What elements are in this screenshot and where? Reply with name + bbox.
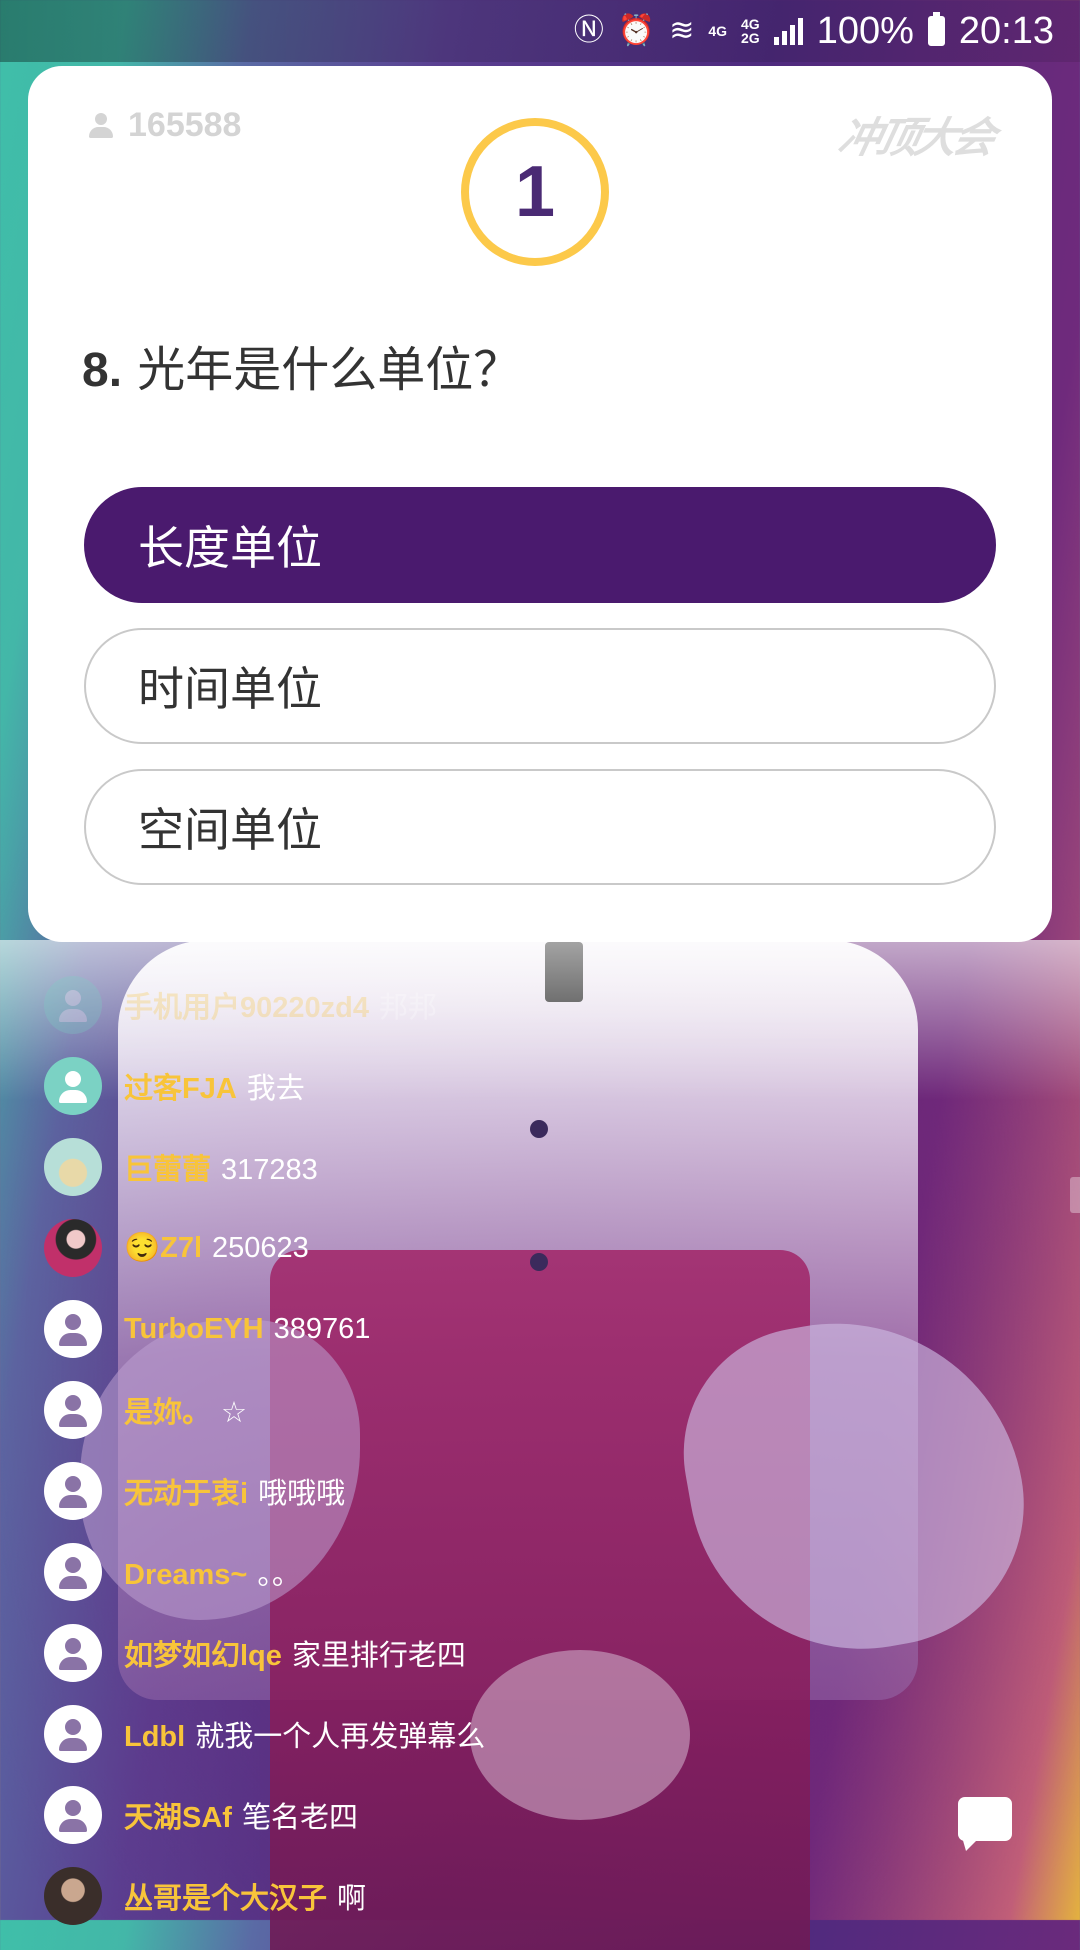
blouse-button — [530, 1120, 548, 1138]
host-sleeve-right — [663, 1293, 1047, 1677]
answer-option-label: 时间单位 — [138, 662, 322, 716]
chat-message-text: 笔名老四 — [241, 1802, 358, 1834]
chat-username: 丛哥是个大汉子 — [124, 1883, 328, 1915]
chat-message-text: 啊 — [337, 1883, 367, 1915]
chat-message: 是妳。 ☆ — [44, 1381, 247, 1439]
host-hands — [470, 1650, 690, 1820]
question-card: 165588 冲顶大会 1 8. 光年是什么单位？ 长度单位 时间单位 空间单位 — [28, 66, 1052, 942]
chat-message: 过客FJA 我去 — [44, 1057, 305, 1115]
chat-username: 是妳。 — [124, 1397, 212, 1429]
question: 8. 光年是什么单位？ — [82, 330, 521, 400]
chat-username: 天湖SAf — [124, 1802, 232, 1834]
avatar — [44, 1543, 102, 1601]
side-drawer-handle[interactable] — [1070, 1177, 1080, 1213]
battery-icon — [927, 12, 945, 46]
status-bar: Ⓝ ⏰ ≋ 4G 4G 2G 100% 20:13 — [0, 0, 1080, 62]
blouse-button — [530, 1253, 548, 1271]
avatar — [44, 1867, 102, 1925]
lapel-mic — [545, 942, 583, 1002]
signal-icon — [773, 17, 803, 45]
chat-message: Dreams~ 。。 — [44, 1543, 301, 1601]
chat-message: 手机用户90220zd4 邦邦 — [44, 976, 437, 1034]
answer-option-2[interactable]: 时间单位 — [84, 628, 996, 744]
chat-message-text: 。。 — [257, 1559, 301, 1591]
avatar — [44, 1300, 102, 1358]
network-type-a: 4G — [708, 23, 728, 39]
user-icon — [88, 112, 114, 139]
chat-username: TurboEYH — [124, 1312, 264, 1345]
chat-message: 如梦如幻lqe 家里排行老四 — [44, 1624, 466, 1682]
avatar — [44, 1705, 102, 1763]
avatar — [44, 1786, 102, 1844]
chat-username: 手机用户90220zd4 — [124, 992, 369, 1024]
chat-username: 过客FJA — [124, 1073, 237, 1105]
chat-username: 无动于衷i — [124, 1478, 249, 1510]
answer-option-3[interactable]: 空间单位 — [84, 769, 996, 885]
chat-message: 天湖SAf 笔名老四 — [44, 1786, 358, 1844]
chat-username: 如梦如幻lqe — [124, 1640, 282, 1672]
countdown-timer: 1 — [461, 118, 609, 266]
avatar — [44, 1462, 102, 1520]
chat-message: 😌Z7l 250623 — [44, 1219, 309, 1277]
alarm-icon: ⏰ — [617, 14, 656, 47]
chat-message-text: ☆ — [221, 1397, 248, 1429]
chat-message-text: 250623 — [212, 1232, 309, 1264]
chat-message-text: 389761 — [273, 1312, 371, 1345]
battery-percent: 100% — [816, 9, 914, 52]
chat-message-text: 就我一个人再发弹幕么 — [195, 1721, 486, 1753]
chat-message-text: 哦哦哦 — [258, 1478, 346, 1510]
avatar — [44, 1381, 102, 1439]
player-count-value: 165588 — [128, 106, 242, 144]
nfc-icon: Ⓝ — [573, 14, 604, 47]
chat-username: Ldbl — [124, 1721, 186, 1753]
question-number: 8. — [82, 344, 123, 397]
clock: 20:13 — [958, 9, 1054, 52]
chat-message-text: 我去 — [246, 1073, 305, 1105]
network-type-b: 4G 2G — [741, 16, 760, 46]
chat-username: 巨蕾蕾 — [124, 1154, 212, 1186]
avatar — [44, 1057, 102, 1115]
chat-message-text: 家里排行老四 — [291, 1640, 466, 1672]
avatar — [44, 1138, 102, 1196]
avatar — [44, 976, 102, 1034]
comment-icon[interactable] — [958, 1797, 1012, 1851]
chat-message: 无动于衷i 哦哦哦 — [44, 1462, 345, 1520]
app-logo: 冲顶大会 — [834, 113, 997, 162]
avatar — [44, 1219, 102, 1277]
chat-message: Ldbl 就我一个人再发弹幕么 — [44, 1705, 485, 1763]
chat-username: Dreams~ — [124, 1559, 248, 1591]
answer-option-label: 空间单位 — [138, 803, 322, 857]
wifi-icon: ≋ — [669, 14, 695, 47]
chat-message: TurboEYH 389761 — [44, 1300, 370, 1358]
chat-message-text: 317283 — [221, 1154, 318, 1186]
player-count: 165588 — [88, 106, 241, 145]
avatar — [44, 1624, 102, 1682]
question-text: 光年是什么单位？ — [137, 342, 522, 398]
answer-option-label: 长度单位 — [138, 521, 322, 575]
chat-username: 😌Z7l — [124, 1232, 203, 1264]
chat-message-text: 邦邦 — [379, 992, 438, 1024]
answer-option-1[interactable]: 长度单位 — [84, 487, 996, 603]
chat-message: 巨蕾蕾 317283 — [44, 1138, 318, 1196]
chat-message: 丛哥是个大汉子啊 — [44, 1867, 366, 1925]
